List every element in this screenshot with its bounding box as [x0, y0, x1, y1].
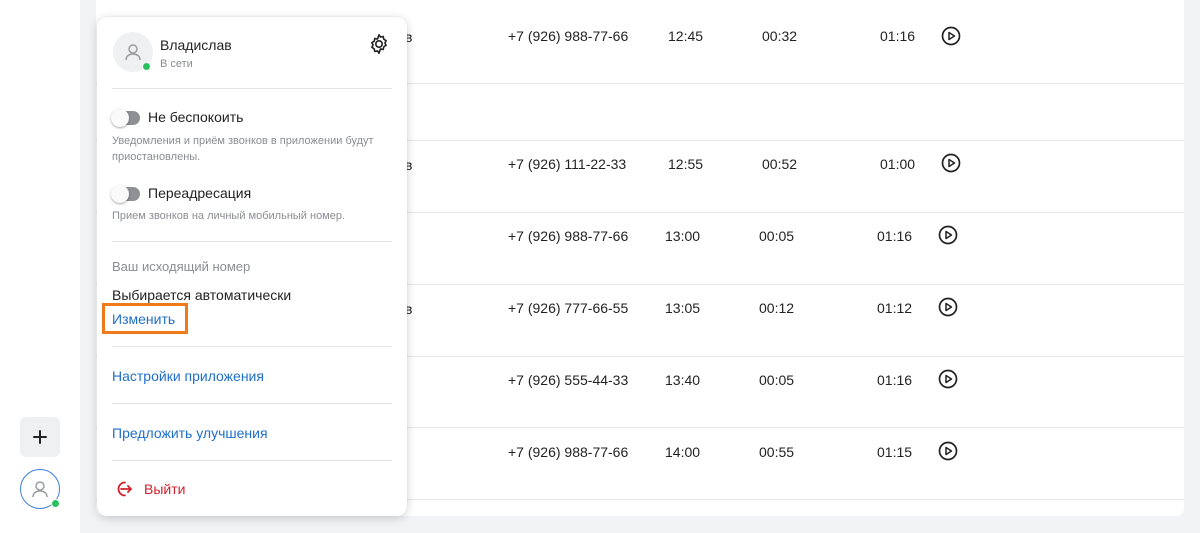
call-duration: 01:16 [877, 372, 913, 388]
phone-number: +7 (926) 988-77-66 [508, 228, 629, 244]
forwarding-hint: Прием звонков на личный мобильный номер. [112, 210, 346, 222]
left-rail [0, 0, 80, 533]
play-circle-icon[interactable] [938, 225, 958, 245]
call-wait-time: 00:55 [759, 444, 795, 460]
dnd-toggle[interactable] [111, 109, 140, 127]
divider [112, 88, 392, 89]
app-settings-link[interactable]: Настройки приложения [112, 368, 264, 384]
call-wait-time: 00:32 [762, 28, 798, 44]
call-start-time: 12:55 [668, 156, 704, 172]
suggest-improvements-link[interactable]: Предложить улучшения [112, 425, 268, 441]
call-duration: 01:16 [880, 28, 916, 44]
play-circle-icon[interactable] [938, 369, 958, 389]
play-circle-icon[interactable] [938, 297, 958, 317]
phone-number: +7 (926) 988-77-66 [508, 28, 629, 44]
dnd-hint: Уведомления и приём звонков в приложении… [112, 135, 374, 163]
logout-button[interactable]: Выйти [144, 481, 185, 497]
call-duration: 01:16 [877, 228, 913, 244]
call-wait-time: 00:12 [759, 300, 795, 316]
outgoing-number-title: Ваш исходящий номер [112, 259, 251, 274]
user-avatar-button[interactable] [20, 469, 60, 509]
logout-icon[interactable] [114, 479, 134, 499]
phone-number: +7 (926) 111-22-33 [508, 156, 627, 172]
call-wait-time: 00:05 [759, 372, 795, 388]
call-duration: 01:15 [877, 444, 913, 460]
call-start-time: 14:00 [665, 444, 701, 460]
gear-icon[interactable] [367, 32, 391, 56]
forwarding-label: Переадресация [148, 185, 252, 201]
call-start-time: 13:40 [665, 372, 701, 388]
profile-popup: Владислав В сети Не беспокоить Уведомлен… [97, 17, 407, 516]
call-wait-time: 00:05 [759, 228, 795, 244]
phone-number: +7 (926) 777-66-55 [508, 300, 629, 316]
online-indicator [142, 62, 151, 71]
avatar [113, 32, 153, 72]
call-start-time: 12:45 [668, 28, 704, 44]
forwarding-toggle[interactable] [111, 185, 140, 203]
call-start-time: 13:00 [665, 228, 701, 244]
play-circle-icon[interactable] [938, 441, 958, 461]
call-start-time: 13:05 [665, 300, 701, 316]
user-icon [125, 44, 141, 61]
call-duration: 01:00 [880, 156, 916, 172]
divider [112, 403, 392, 404]
change-number-link[interactable]: Изменить [112, 311, 175, 327]
phone-number: +7 (926) 988-77-66 [508, 444, 629, 460]
divider [112, 346, 392, 347]
plus-icon [33, 430, 47, 444]
divider [112, 460, 392, 461]
play-circle-icon[interactable] [941, 153, 961, 173]
phone-number: +7 (926) 555-44-33 [508, 372, 629, 388]
add-button[interactable] [20, 417, 60, 457]
call-wait-time: 00:52 [762, 156, 798, 172]
play-circle-icon[interactable] [941, 26, 961, 46]
user-icon [32, 481, 48, 498]
divider [112, 241, 392, 242]
profile-status: В сети [160, 58, 193, 70]
call-duration: 01:12 [877, 300, 913, 316]
profile-name: Владислав [160, 37, 232, 53]
online-indicator [51, 499, 60, 508]
outgoing-number-value: Выбирается автоматически [112, 287, 292, 303]
dnd-label: Не беспокоить [148, 109, 244, 125]
